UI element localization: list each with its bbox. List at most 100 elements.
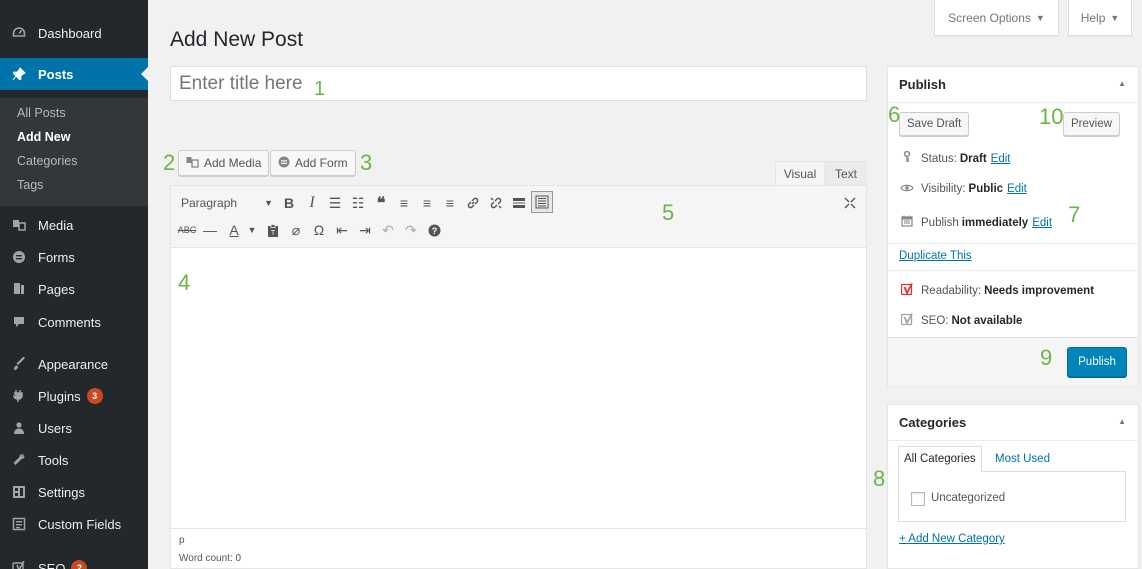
add-new-category-link[interactable]: + Add New Category [899, 533, 1005, 545]
status-value: Draft [959, 152, 987, 165]
editor-status-bar: p Word count: 0 [171, 528, 866, 568]
outdent-icon[interactable]: ⇤ [331, 219, 353, 241]
toolbar-toggle-icon[interactable] [531, 191, 553, 213]
blockquote-icon[interactable]: ❝ [370, 192, 392, 214]
preview-button[interactable]: Preview [1063, 112, 1120, 136]
numbered-list-icon[interactable]: ☷ [347, 192, 369, 214]
duplicate-this-link[interactable]: Duplicate This [899, 250, 972, 262]
add-media-button[interactable]: Add Media [178, 150, 270, 176]
annotation-7: 7 [1068, 202, 1081, 227]
menu-forms[interactable]: Forms [0, 241, 148, 273]
submenu-all-posts[interactable]: All Posts [17, 106, 66, 120]
chevron-down-icon[interactable]: ▼ [241, 219, 263, 241]
menu-comments-label: Comments [38, 314, 101, 330]
menu-pages[interactable]: Pages [0, 273, 148, 305]
schedule-edit-link[interactable]: Edit [1032, 217, 1052, 229]
menu-tools[interactable]: Tools [0, 444, 148, 476]
status-edit-link[interactable]: Edit [991, 153, 1011, 165]
collapse-arrow-icon[interactable]: ▲ [1118, 79, 1126, 88]
unlink-icon[interactable] [485, 192, 507, 214]
seo-label: SEO: [921, 315, 949, 327]
italic-icon[interactable]: I [301, 192, 323, 214]
pages-icon [0, 282, 38, 296]
post-title-input[interactable]: Enter title here [170, 66, 867, 101]
menu-users-label: Users [38, 420, 72, 436]
status-label: Status: [921, 152, 957, 165]
seo-value: Not available [951, 315, 1023, 327]
save-draft-button[interactable]: Save Draft [899, 112, 970, 136]
calendar-icon [899, 215, 915, 230]
caret-down-icon: ▼ [1035, 12, 1045, 23]
publish-button[interactable]: Publish [1067, 347, 1127, 377]
uncategorized-checkbox[interactable] [911, 492, 925, 506]
publish-box: Publish ▲ Save Draft Preview Status: Dra… [887, 66, 1139, 386]
post-editor: Paragraph ▼ B I ☰ ☷ ❝ ≡ ≡ ≡ ABC — A ▼ T [170, 185, 867, 569]
omega-icon[interactable]: Ω [308, 219, 330, 241]
menu-settings[interactable]: Settings [0, 476, 148, 508]
menu-seo[interactable]: SEO 2 [0, 552, 148, 569]
help-icon[interactable]: ? [423, 219, 445, 241]
element-path[interactable]: p [179, 535, 185, 546]
publish-box-header[interactable]: Publish ▲ [888, 67, 1138, 103]
categories-box-header[interactable]: Categories ▲ [888, 405, 1138, 441]
paste-text-icon[interactable]: T [262, 219, 284, 241]
bullet-list-icon[interactable]: ☰ [324, 192, 346, 214]
admin-sidebar: Dashboard Posts All Posts Add New Catego… [0, 0, 148, 569]
menu-appearance-label: Appearance [38, 356, 109, 372]
help-tab[interactable]: Help ▼ [1068, 0, 1132, 36]
bold-icon[interactable]: B [278, 192, 300, 214]
format-select-value: Paragraph [181, 196, 238, 210]
read-more-icon[interactable] [508, 192, 530, 214]
menu-posts-label: Posts [38, 66, 74, 82]
editor-content-area[interactable] [171, 248, 866, 528]
horizontal-line-icon[interactable]: — [199, 219, 221, 241]
readability-value: Needs improvement [984, 285, 1095, 297]
tab-most-used[interactable]: Most Used [990, 446, 1055, 472]
annotation-1: 1 [314, 78, 326, 100]
strikethrough-icon[interactable]: ABC [176, 219, 198, 241]
redo-icon[interactable]: ↷ [400, 219, 422, 241]
align-left-icon[interactable]: ≡ [393, 192, 415, 214]
submenu-categories[interactable]: Categories [17, 154, 77, 168]
tab-all-categories[interactable]: All Categories [898, 446, 982, 472]
collapse-arrow-icon[interactable]: ▲ [1118, 417, 1126, 426]
screen-options-tab[interactable]: Screen Options ▼ [934, 0, 1059, 36]
readability-row: Readability: Needs improvement [899, 283, 1094, 299]
add-form-button[interactable]: Add Form [270, 150, 356, 176]
tab-text[interactable]: Text [826, 161, 866, 185]
forms-icon [278, 156, 290, 171]
link-icon[interactable] [462, 192, 484, 214]
menu-dashboard[interactable]: Dashboard [0, 17, 148, 49]
fullscreen-icon[interactable] [839, 192, 861, 214]
eraser-icon[interactable]: ⌀ [285, 219, 307, 241]
annotation-6: 6 [888, 102, 901, 127]
tab-visual[interactable]: Visual [775, 161, 825, 185]
submenu-add-new[interactable]: Add New [17, 130, 70, 144]
menu-appearance[interactable]: Appearance [0, 348, 148, 380]
menu-users[interactable]: Users [0, 412, 148, 444]
align-center-icon[interactable]: ≡ [416, 192, 438, 214]
submenu-tags[interactable]: Tags [17, 178, 43, 192]
visibility-edit-link[interactable]: Edit [1007, 183, 1027, 195]
visibility-value: Public [968, 183, 1004, 195]
annotation-9: 9 [1040, 345, 1053, 370]
undo-icon[interactable]: ↶ [377, 219, 399, 241]
add-media-label: Add Media [204, 156, 262, 170]
menu-comments[interactable]: Comments [0, 306, 148, 338]
format-select[interactable]: Paragraph ▼ [181, 192, 273, 214]
current-menu-arrow [141, 67, 148, 81]
word-count: Word count: 0 [179, 553, 242, 564]
posts-submenu: All Posts Add New Categories Tags [0, 98, 148, 206]
menu-media[interactable]: Media [0, 209, 148, 241]
menu-tools-label: Tools [38, 452, 69, 468]
key-icon [899, 150, 915, 166]
menu-seo-label: SEO [38, 560, 66, 569]
menu-pages-label: Pages [38, 281, 75, 297]
align-right-icon[interactable]: ≡ [439, 192, 461, 214]
menu-plugins[interactable]: Plugins 3 [0, 380, 148, 412]
menu-posts[interactable]: Posts [0, 58, 148, 90]
help-label: Help [1080, 10, 1106, 25]
uncategorized-label[interactable]: Uncategorized [931, 492, 1005, 504]
menu-custom-fields[interactable]: Custom Fields [0, 508, 148, 540]
indent-icon[interactable]: ⇥ [354, 219, 376, 241]
